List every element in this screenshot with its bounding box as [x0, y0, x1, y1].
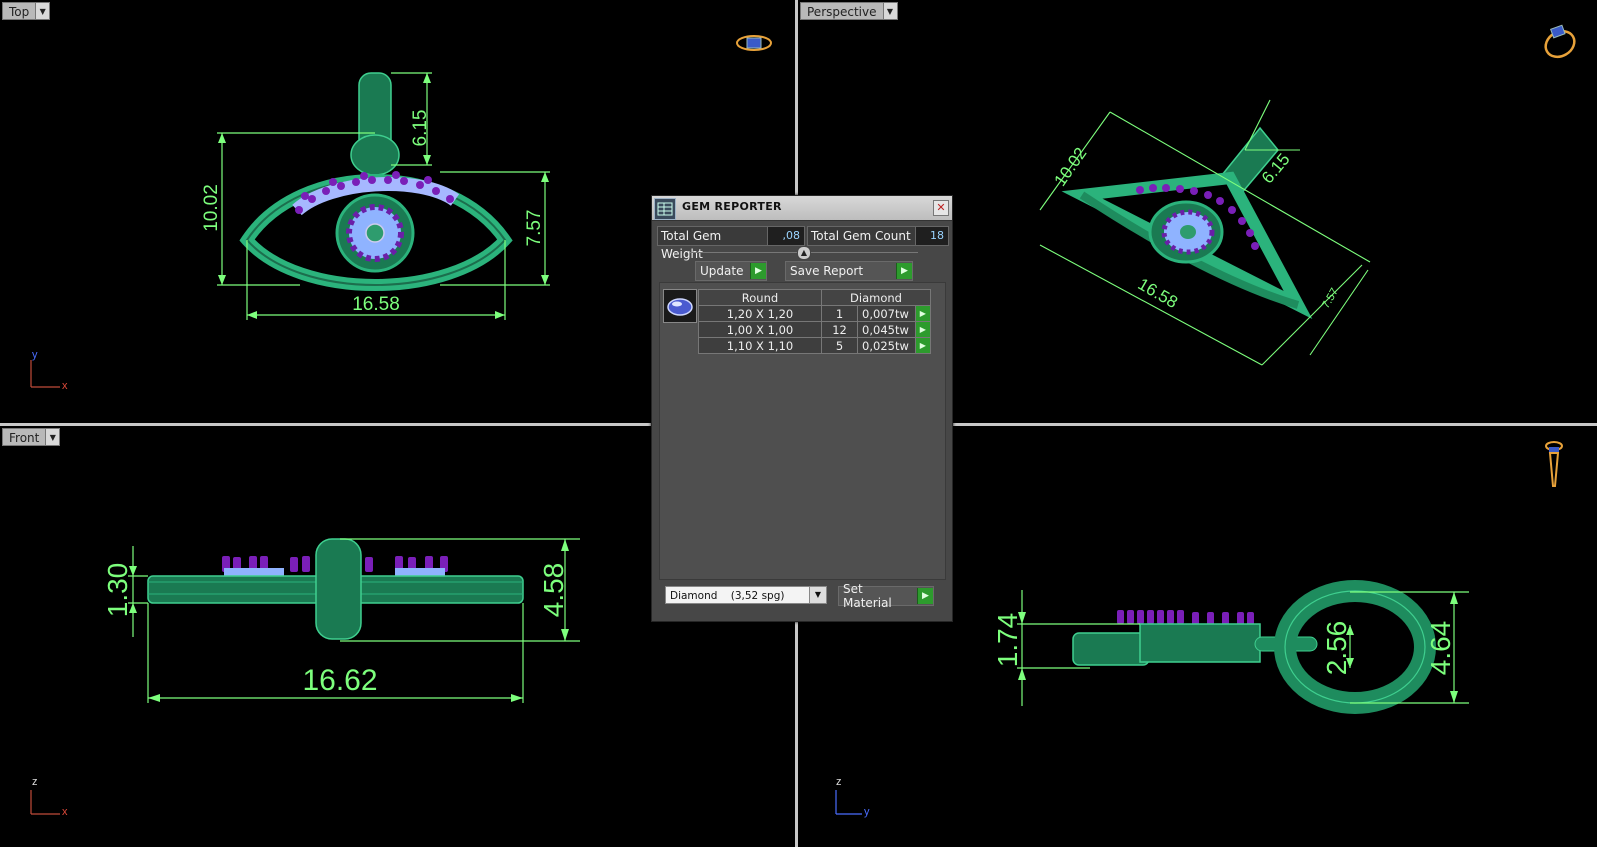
gem-weight: 0,007tw — [857, 305, 916, 322]
update-button[interactable]: Update ▶ — [695, 261, 767, 281]
row-play-icon[interactable]: ▶ — [914, 337, 932, 354]
gem-size: 1,10 X 1,10 — [698, 337, 822, 354]
dim-label: 16.58 — [352, 294, 400, 315]
axis-x-label: x — [62, 380, 68, 392]
save-report-button[interactable]: Save Report ▶ — [785, 261, 913, 281]
dim-label: 4.64 — [1425, 621, 1456, 676]
axis-y-label: y — [32, 349, 38, 361]
gem-count: 1 — [820, 305, 859, 322]
row-play-icon[interactable]: ▶ — [914, 305, 932, 322]
dim-label: 1.74 — [992, 613, 1023, 668]
table-row[interactable]: 1,20 X 1,20 1 0,007tw ▶ — [698, 305, 932, 322]
dim-label: 6.15 — [410, 110, 431, 147]
chevron-down-icon[interactable]: ▼ — [35, 2, 51, 20]
viewport-top-label[interactable]: Top ▼ — [2, 2, 51, 20]
gem-weight: 0,025tw — [857, 337, 916, 354]
axis-z-label: z — [32, 776, 38, 788]
total-gem-count-label: Total Gem Count — [807, 226, 916, 246]
view-cube-icon[interactable] — [1544, 438, 1564, 490]
gem-table: Round Diamond 1,20 X 1,20 1 0,007tw ▶ 1,… — [698, 289, 932, 354]
play-icon: ▶ — [750, 263, 766, 279]
gem-size: 1,20 X 1,20 — [698, 305, 822, 322]
set-material-button[interactable]: Set Material ▶ — [838, 582, 934, 610]
total-gem-count-value: 18 — [915, 226, 949, 246]
chevron-down-icon[interactable]: ▼ — [882, 2, 898, 20]
viewport-name: Perspective — [800, 2, 883, 20]
close-icon[interactable]: ✕ — [933, 200, 949, 216]
dim-label: 4.58 — [538, 563, 569, 618]
dialog-titlebar[interactable]: GEM REPORTER ✕ — [652, 196, 952, 221]
axis-y-label: y — [864, 806, 870, 818]
play-icon: ▶ — [896, 263, 912, 279]
total-gem-weight-label: Total Gem Weight — [657, 226, 770, 261]
viewport-name: Front — [2, 428, 46, 446]
total-gem-weight-value: ,08 — [767, 226, 805, 246]
table-row[interactable]: 1,10 X 1,10 5 0,025tw ▶ — [698, 337, 932, 354]
dim-label: 16.62 — [302, 664, 377, 697]
dim-label: 7.57 — [524, 210, 545, 247]
update-label: Update — [700, 264, 744, 278]
set-material-label: Set Material — [843, 582, 892, 610]
material-value: Diamond (3,52 spg) — [670, 590, 785, 602]
table-row[interactable]: 1,00 X 1,00 12 0,045tw ▶ — [698, 321, 932, 338]
axis-x-label: x — [62, 806, 68, 818]
dim-label: 16.58 — [1135, 274, 1181, 312]
gem-count: 12 — [820, 321, 859, 338]
collapse-icon[interactable]: ▲ — [797, 246, 811, 260]
chevron-down-icon[interactable]: ▼ — [45, 428, 61, 446]
dialog-title: GEM REPORTER — [682, 200, 782, 213]
material-select[interactable]: Diamond (3,52 spg) ▼ — [665, 586, 827, 604]
dim-label: 10.02 — [201, 184, 222, 232]
viewport-front-label[interactable]: Front ▼ — [2, 428, 61, 446]
save-report-label: Save Report — [790, 264, 864, 278]
gem-count: 5 — [820, 337, 859, 354]
view-cube-icon[interactable] — [1541, 22, 1579, 60]
gem-report-area: Round Diamond 1,20 X 1,20 1 0,007tw ▶ 1,… — [659, 282, 946, 580]
gem-reporter-dialog: GEM REPORTER ✕ Total Gem Weight ,08 Tota… — [651, 195, 953, 622]
column-header: Round — [698, 289, 822, 306]
gem-size: 1,00 X 1,00 — [698, 321, 822, 338]
gem-weight: 0,045tw — [857, 321, 916, 338]
play-icon: ▶ — [917, 588, 933, 604]
row-play-icon[interactable]: ▶ — [914, 321, 932, 338]
gem-reporter-icon — [654, 198, 676, 220]
chevron-down-icon[interactable]: ▼ — [809, 587, 826, 603]
dim-label: 2.56 — [1321, 621, 1352, 676]
column-header: Diamond — [821, 289, 931, 306]
dim-label: 10.02 — [1051, 144, 1091, 190]
view-cube-icon[interactable] — [735, 33, 773, 53]
dim-label: 1.30 — [102, 563, 133, 618]
round-gem-icon — [663, 289, 697, 323]
viewport-name: Top — [2, 2, 36, 20]
axis-z-label: z — [836, 776, 842, 788]
viewport-perspective-label[interactable]: Perspective ▼ — [800, 2, 898, 20]
